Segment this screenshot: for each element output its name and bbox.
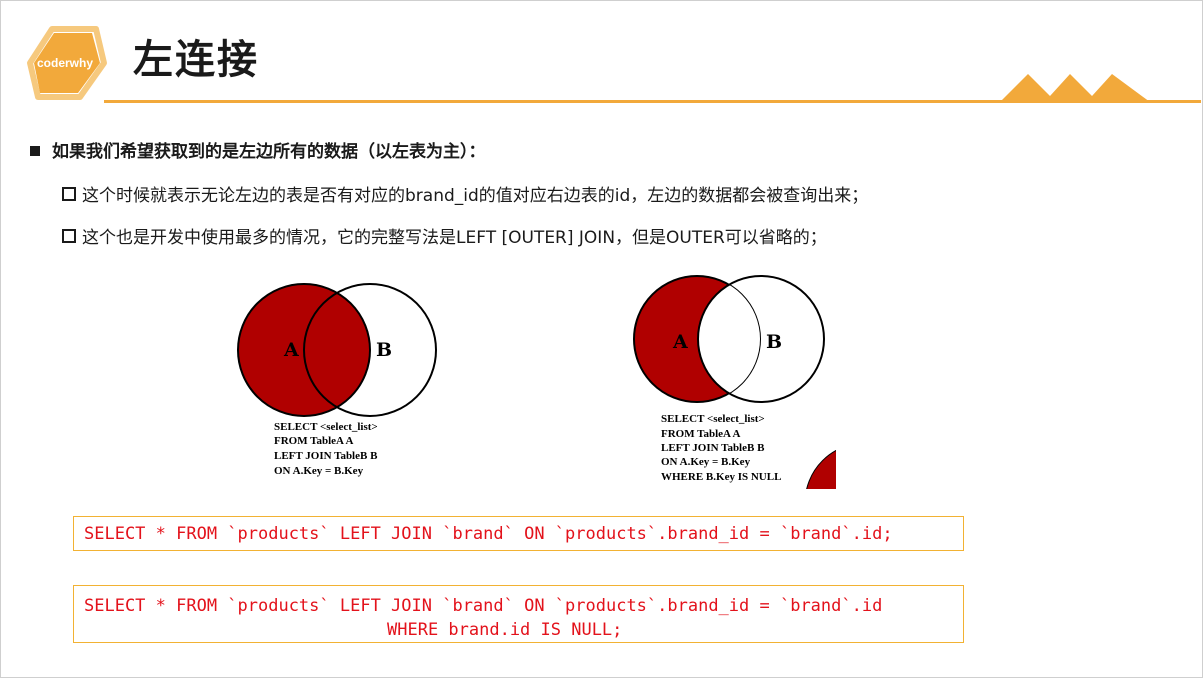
left-join-venn-diagram: A B SELECT <select_list> FROM TableA A L… bbox=[237, 283, 437, 477]
sub-bullet-2: 这个也是开发中使用最多的情况，它的完整写法是LEFT [OUTER] JOIN，… bbox=[62, 223, 827, 248]
mountain-decoration bbox=[1000, 74, 1150, 102]
label-b: B bbox=[766, 331, 782, 353]
left-anti-join-venn-diagram: A B SELECT <select_list> FROM TableA A L… bbox=[633, 275, 836, 489]
label-b: B bbox=[376, 339, 392, 361]
sql-line-2: WHERE brand.id IS NULL; bbox=[387, 620, 623, 640]
code-line: SELECT <select_list> bbox=[661, 413, 765, 425]
code-line: FROM TableA A bbox=[274, 435, 354, 447]
sql-code-box-2: SELECT * FROM `products` LEFT JOIN `bran… bbox=[73, 585, 964, 643]
sql-statement: SELECT * FROM `products` LEFT JOIN `bran… bbox=[84, 524, 893, 544]
code-line: ON A.Key = B.Key bbox=[661, 456, 751, 468]
code-line: ON A.Key = B.Key bbox=[274, 465, 364, 477]
partial-circle-decoration bbox=[806, 449, 836, 489]
main-bullet-text: 如果我们希望获取到的是左边所有的数据（以左表为主）： bbox=[52, 142, 486, 162]
logo-text: coderwhy bbox=[37, 56, 93, 70]
label-a: A bbox=[672, 331, 688, 353]
sub-bullet-text: 这个时候就表示无论左边的表是否有对应的brand_id的值对应右边表的id，左边… bbox=[82, 186, 869, 206]
main-bullet: 如果我们希望获取到的是左边所有的数据（以左表为主）： bbox=[30, 137, 486, 162]
code-line: FROM TableA A bbox=[661, 428, 741, 440]
code-line: LEFT JOIN TableB B bbox=[661, 442, 765, 454]
sub-bullet-text: 这个也是开发中使用最多的情况，它的完整写法是LEFT [OUTER] JOIN，… bbox=[82, 228, 827, 248]
sub-bullet-1: 这个时候就表示无论左边的表是否有对应的brand_id的值对应右边表的id，左边… bbox=[62, 181, 868, 206]
square-bullet-icon bbox=[30, 146, 40, 156]
coderwhy-logo: coderwhy bbox=[27, 26, 107, 100]
code-line: SELECT <select_list> bbox=[274, 421, 378, 433]
code-line: WHERE B.Key IS NULL bbox=[661, 471, 781, 483]
sql-line-1: SELECT * FROM `products` LEFT JOIN `bran… bbox=[84, 596, 883, 616]
page-title: 左连接 bbox=[133, 37, 259, 83]
hollow-square-bullet-icon bbox=[62, 187, 76, 201]
hollow-square-bullet-icon bbox=[62, 229, 76, 243]
label-a: A bbox=[283, 339, 299, 361]
sql-code-box-1: SELECT * FROM `products` LEFT JOIN `bran… bbox=[73, 516, 964, 551]
code-line: LEFT JOIN TableB B bbox=[274, 450, 378, 462]
